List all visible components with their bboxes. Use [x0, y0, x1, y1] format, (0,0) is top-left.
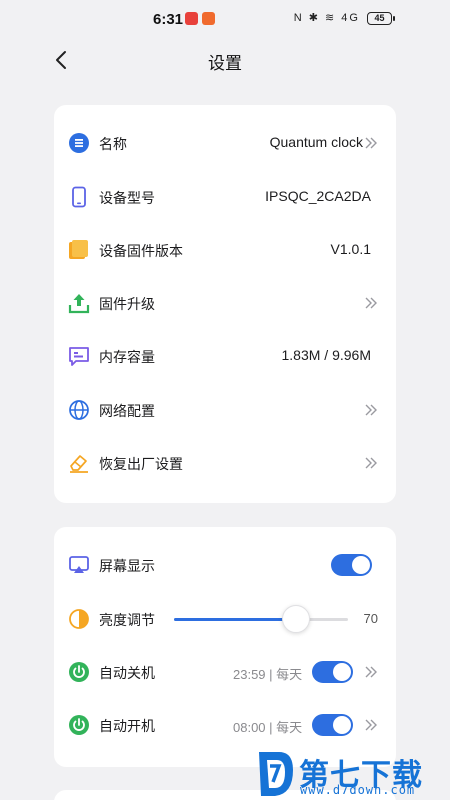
power-icon	[69, 715, 89, 735]
watermark-url: www.d7down.com	[300, 783, 416, 797]
brightness-value: 70	[363, 611, 378, 626]
device-info-card: 名称 Quantum clock 设备型号 IPSQC_2CA2DA 设备固件版…	[54, 105, 396, 503]
auto-off-toggle[interactable]	[312, 661, 353, 683]
double-chevron-right-icon	[365, 404, 377, 416]
row-model: 设备型号 IPSQC_2CA2DA	[54, 177, 396, 217]
row-label: 屏幕显示	[99, 558, 155, 574]
brightness-slider-track[interactable]	[174, 618, 348, 621]
double-chevron-right-icon	[365, 457, 377, 469]
row-label: 内存容量	[99, 349, 155, 365]
row-firmware-version: 设备固件版本 V1.0.1	[54, 230, 396, 270]
nav-bar: 设置	[0, 40, 450, 80]
brightness-icon	[69, 609, 89, 629]
row-auto-on[interactable]: 自动开机 08:00 | 每天	[54, 705, 396, 745]
eraser-icon	[70, 455, 88, 473]
auto-off-schedule: 23:59 | 每天	[233, 667, 303, 682]
battery-icon: 45	[367, 12, 392, 25]
storage-icon	[69, 347, 89, 366]
name-icon	[69, 133, 89, 153]
page-title: 设置	[208, 54, 242, 73]
globe-icon	[69, 400, 89, 420]
row-label: 亮度调节	[99, 612, 155, 628]
row-name[interactable]: 名称 Quantum clock	[54, 123, 396, 163]
row-label: 设备固件版本	[99, 243, 183, 259]
row-brightness: 亮度调节 70	[54, 599, 396, 639]
row-network[interactable]: 网络配置	[54, 390, 396, 430]
notification-app-icon	[185, 12, 198, 25]
brightness-slider-fill	[174, 618, 296, 621]
site-watermark: 第七下载站 www.d7down.com	[255, 748, 450, 800]
display-settings-card: 屏幕显示 亮度调节 70 自动关机 23:59 | 每天 自动开机 08:00 …	[54, 527, 396, 767]
notification-app-icon	[202, 12, 215, 25]
upload-icon	[68, 294, 90, 314]
row-label: 自动开机	[99, 718, 155, 734]
double-chevron-right-icon[interactable]	[364, 717, 378, 733]
device-model-value: IPSQC_2CA2DA	[265, 188, 371, 204]
device-name-value: Quantum clock	[269, 134, 363, 150]
row-storage: 内存容量 1.83M / 9.96M	[54, 336, 396, 376]
double-chevron-right-icon	[365, 297, 377, 309]
power-icon	[69, 662, 89, 682]
brightness-slider-thumb[interactable]	[281, 605, 310, 633]
phone-icon	[72, 186, 86, 208]
row-firmware-upgrade[interactable]: 固件升级	[54, 283, 396, 323]
screen-display-toggle[interactable]	[331, 554, 372, 576]
firmware-version-value: V1.0.1	[330, 241, 371, 257]
double-chevron-right-icon[interactable]	[364, 664, 378, 680]
row-label: 设备型号	[99, 190, 155, 206]
storage-value: 1.83M / 9.96M	[281, 347, 372, 363]
status-time: 6:31	[153, 11, 184, 28]
row-screen-display: 屏幕显示	[54, 545, 396, 585]
row-label: 名称	[99, 136, 127, 152]
row-label: 网络配置	[99, 403, 155, 419]
d7-logo-icon	[259, 752, 293, 796]
double-chevron-right-icon	[365, 137, 377, 149]
row-label: 自动关机	[99, 665, 155, 681]
row-auto-off[interactable]: 自动关机 23:59 | 每天	[54, 652, 396, 692]
status-bar: 6:31 N ✱ ≋ 4G 45	[0, 0, 450, 38]
row-label: 恢复出厂设置	[99, 456, 183, 472]
row-factory-reset[interactable]: 恢复出厂设置	[54, 443, 396, 483]
screen-cast-icon	[69, 556, 89, 573]
auto-on-schedule: 08:00 | 每天	[233, 720, 303, 735]
battery-tip	[393, 16, 395, 21]
row-label: 固件升级	[99, 296, 155, 312]
network-status-icons: N ✱ ≋ 4G	[293, 12, 360, 24]
folder-icon	[69, 240, 88, 259]
auto-on-toggle[interactable]	[312, 714, 353, 736]
